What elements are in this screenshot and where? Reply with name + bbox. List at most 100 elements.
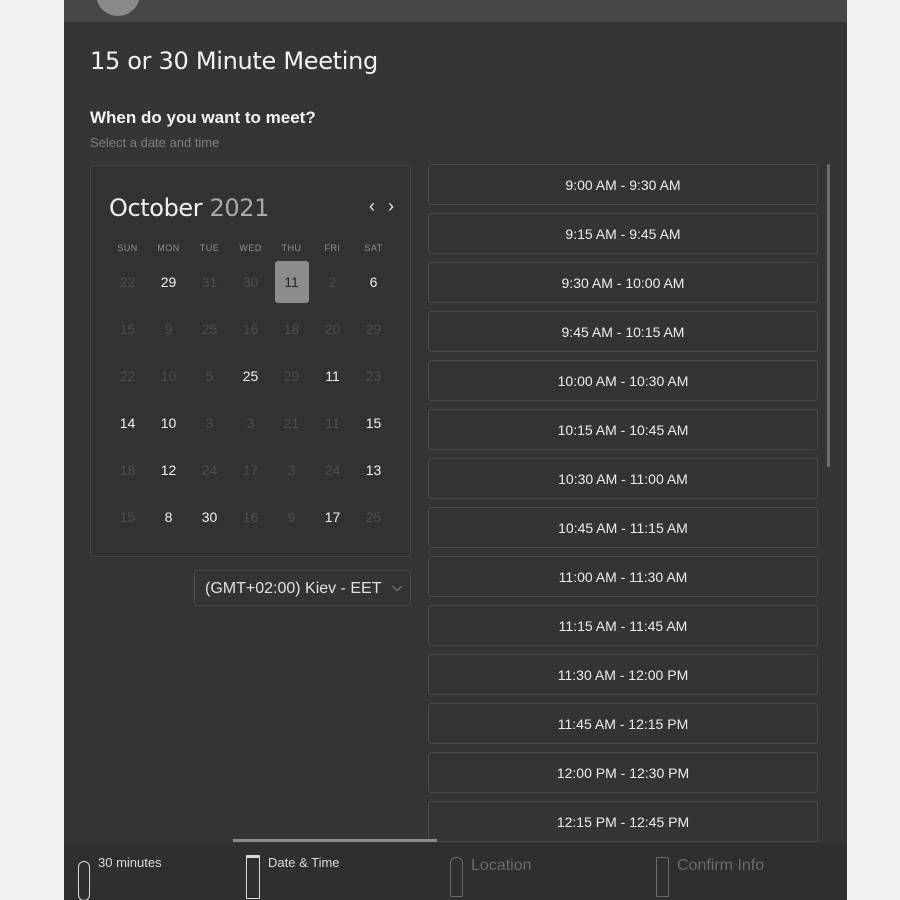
calendar-icon — [246, 855, 260, 899]
calendar-day[interactable]: 6 — [353, 261, 394, 302]
calendar-day-number: 15 — [119, 320, 136, 337]
calendar-day[interactable]: 8 — [148, 496, 189, 537]
time-slot-button[interactable]: 11:00 AM - 11:30 AM — [428, 556, 818, 597]
calendar-day-number: 24 — [324, 461, 341, 478]
calendar-day-number: 12 — [160, 461, 177, 478]
time-slot-button[interactable]: 10:30 AM - 11:00 AM — [428, 458, 818, 499]
calendar-day-number: 3 — [287, 461, 296, 478]
calendar-day-number: 25 — [201, 320, 218, 337]
calendar-day-number: 17 — [242, 461, 259, 478]
time-slot-button[interactable]: 10:00 AM - 10:30 AM — [428, 360, 818, 401]
step-duration[interactable]: 30 minutes — [78, 855, 162, 900]
calendar-day-number: 30 — [242, 273, 259, 290]
calendar-day-number: 9 — [287, 508, 296, 525]
calendar-day: 25 — [353, 496, 394, 537]
time-slot-button[interactable]: 10:45 AM - 11:15 AM — [428, 507, 818, 548]
avatar — [96, 0, 140, 16]
calendar-day: 29 — [353, 308, 394, 349]
hint-text: Select a date and time — [90, 135, 220, 150]
chevron-right-icon[interactable]: › — [383, 196, 399, 217]
calendar-day[interactable]: 10 — [148, 402, 189, 443]
calendar-day-number: 23 — [365, 367, 382, 384]
calendar-day: 9 — [148, 308, 189, 349]
calendar-day-number: 29 — [160, 273, 177, 290]
calendar-day[interactable]: 29 — [148, 261, 189, 302]
calendar-day-number: 8 — [164, 508, 173, 525]
calendar-day: 2 — [312, 261, 353, 302]
calendar-day: 21 — [271, 402, 312, 443]
weekday-label: MON — [157, 243, 180, 253]
calendar-day-number: 11 — [325, 414, 340, 431]
calendar-day[interactable]: 13 — [353, 449, 394, 490]
step-date-time[interactable]: Date & Time — [246, 855, 340, 899]
scrollbar-thumb[interactable] — [827, 164, 830, 467]
time-slot-button[interactable]: 9:45 AM - 10:15 AM — [428, 311, 818, 352]
calendar-day: 3 — [189, 402, 230, 443]
calendar-day-number: 16 — [242, 320, 259, 337]
timezone-select[interactable]: (GMT+02:00) Kiev - EET ⌵ — [194, 570, 411, 606]
calendar-day: 24 — [189, 449, 230, 490]
calendar-day: 29 — [271, 355, 312, 396]
calendar-day: 25 — [189, 308, 230, 349]
calendar-day[interactable]: 15 — [353, 402, 394, 443]
calendar-day-number: 25 — [242, 367, 259, 384]
calendar-day-number: 29 — [365, 320, 382, 337]
time-slot-button[interactable]: 9:30 AM - 10:00 AM — [428, 262, 818, 303]
step-confirm[interactable]: Confirm Info — [656, 857, 764, 897]
time-slot-button[interactable]: 12:15 PM - 12:45 PM — [428, 801, 818, 842]
calendar-day-number: 22 — [119, 273, 136, 290]
calendar-day: 22 — [107, 261, 148, 302]
calendar-day[interactable]: 11 — [312, 355, 353, 396]
calendar-day: 17 — [230, 449, 271, 490]
calendar: October 2021 ‹ › SUN MON TUE WED THU FRI SAT 2… — [90, 165, 411, 557]
calendar-day-number: 5 — [205, 367, 214, 384]
time-slot-button[interactable]: 11:15 AM - 11:45 AM — [428, 605, 818, 646]
calendar-day: 24 — [312, 449, 353, 490]
calendar-day: 23 — [353, 355, 394, 396]
time-slot-button[interactable]: 10:15 AM - 10:45 AM — [428, 409, 818, 450]
calendar-day-number: 13 — [365, 461, 382, 478]
calendar-day[interactable]: 30 — [189, 496, 230, 537]
top-bar — [64, 0, 847, 22]
calendar-day: 18 — [271, 308, 312, 349]
step-location[interactable]: Location — [450, 857, 532, 897]
weekday-label: TUE — [199, 243, 220, 253]
timezone-label: (GMT+02:00) Kiev - EET — [205, 580, 382, 597]
calendar-day[interactable]: 14 — [107, 402, 148, 443]
year-label: 2021 — [209, 194, 269, 222]
booking-panel: 15 or 30 Minute Meeting When do you want… — [64, 0, 847, 900]
calendar-day: 3 — [230, 402, 271, 443]
calendar-day-number: 31 — [201, 273, 218, 290]
time-slot-button[interactable]: 9:15 AM - 9:45 AM — [428, 213, 818, 254]
weekday-label: THU — [281, 243, 302, 253]
month-label: October — [109, 194, 203, 222]
page-title: 15 or 30 Minute Meeting — [90, 47, 378, 75]
calendar-day-number: 17 — [324, 508, 341, 525]
weekday-label: SAT — [364, 243, 383, 253]
calendar-day[interactable]: 25 — [230, 355, 271, 396]
time-slot-button[interactable]: 11:45 AM - 12:15 PM — [428, 703, 818, 744]
calendar-day-number: 16 — [242, 508, 259, 525]
calendar-day-number: 24 — [201, 461, 218, 478]
time-slot-button[interactable]: 12:00 PM - 12:30 PM — [428, 752, 818, 793]
chevron-left-icon[interactable]: ‹ — [364, 196, 380, 217]
calendar-day: 30 — [230, 261, 271, 302]
calendar-day-selected[interactable]: 11 — [271, 260, 312, 303]
calendar-day: 16 — [230, 308, 271, 349]
calendar-day-number: 14 — [119, 414, 136, 431]
question-heading: When do you want to meet? — [90, 108, 316, 127]
calendar-day[interactable]: 17 — [312, 496, 353, 537]
calendar-week: 15 8 30 16 9 17 25 — [107, 493, 395, 540]
weekday-header: SUN MON TUE WED THU FRI SAT — [107, 243, 395, 253]
step-date-time-label: Date & Time — [268, 855, 340, 870]
calendar-week: 22 10 5 25 29 11 23 — [107, 352, 395, 399]
calendar-day-number: 22 — [119, 367, 136, 384]
time-slot-button[interactable]: 11:30 AM - 12:00 PM — [428, 654, 818, 695]
calendar-day: 10 — [148, 355, 189, 396]
calendar-day[interactable]: 12 — [148, 449, 189, 490]
calendar-day: 9 — [271, 496, 312, 537]
calendar-grid: 22 29 31 30 11 2 6 15 9 25 16 18 20 29 22 10 5 25 29 11 23 14… — [107, 258, 395, 540]
time-slot-button[interactable]: 9:00 AM - 9:30 AM — [428, 164, 818, 205]
calendar-day: 5 — [189, 355, 230, 396]
chevron-down-icon: ⌵ — [392, 579, 402, 594]
